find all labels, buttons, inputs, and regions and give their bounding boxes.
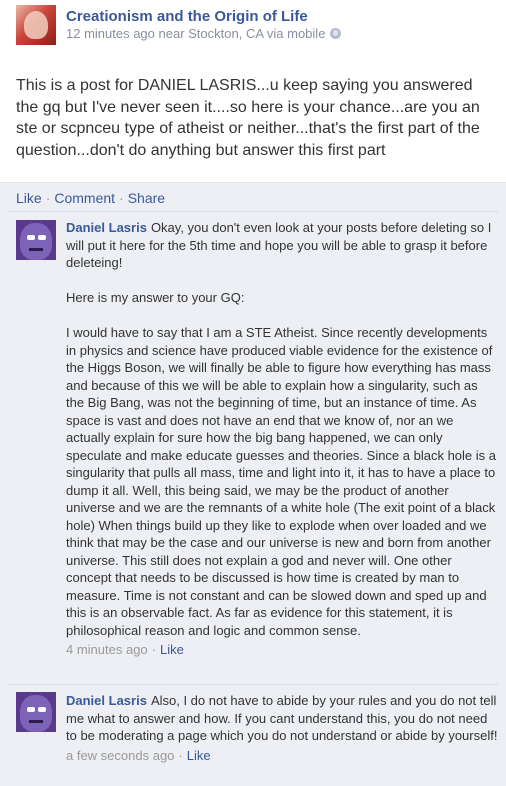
page-name-link[interactable]: Creationism and the Origin of Life xyxy=(66,8,308,25)
separator: · xyxy=(119,190,124,206)
comment-body: Daniel Lasris Okay, you don't even look a… xyxy=(66,219,498,659)
page-avatar[interactable] xyxy=(16,5,56,45)
comment-body: Daniel Lasris Also, I do not have to abid… xyxy=(66,692,498,764)
post-timestamp: 12 minutes ago near Stockton, CA via mob… xyxy=(66,26,326,41)
comments-section: Daniel Lasris Okay, you don't even look a… xyxy=(0,211,506,786)
avatar-eye xyxy=(38,707,46,712)
comment-paragraph: Here is my answer to your GQ: xyxy=(66,290,245,305)
comment-timestamp[interactable]: 4 minutes ago xyxy=(66,642,148,657)
separator: · xyxy=(45,190,51,206)
separator: · xyxy=(178,747,183,763)
share-button[interactable]: Share xyxy=(128,190,165,206)
comment-paragraph: Daniel Lasris Okay, you don't even look a… xyxy=(66,219,498,272)
avatar-face xyxy=(20,223,52,260)
avatar-face xyxy=(20,695,52,732)
commenter-avatar[interactable] xyxy=(16,220,56,260)
comment-author-link[interactable]: Daniel Lasris xyxy=(66,693,147,708)
comment-like-button[interactable]: Like xyxy=(187,748,211,763)
comment-divider xyxy=(8,684,498,685)
globe-icon xyxy=(330,28,342,39)
comment-meta: a few seconds ago · Like xyxy=(66,747,498,765)
post-header: Creationism and the Origin of Life 12 mi… xyxy=(0,0,506,60)
avatar-eye xyxy=(38,235,46,240)
comment-paragraph: I would have to say that I am a STE Athe… xyxy=(66,325,496,638)
avatar-mouth xyxy=(29,248,43,251)
avatar-eye xyxy=(27,707,35,712)
comment-meta: 4 minutes ago · Like xyxy=(66,641,498,659)
comment-like-button[interactable]: Like xyxy=(160,642,184,657)
avatar-eye xyxy=(27,235,35,240)
post-text: This is a post for DANIEL LASRIS...u kee… xyxy=(16,77,480,159)
avatar-mouth xyxy=(29,720,43,723)
comment-divider xyxy=(8,211,498,212)
comment-paragraph: Daniel Lasris Also, I do not have to abid… xyxy=(66,692,498,745)
separator: · xyxy=(151,642,157,657)
comment-timestamp[interactable]: a few seconds ago xyxy=(66,748,174,763)
avatar-hand-image xyxy=(24,11,48,39)
post-action-bar: Like · Comment · Share xyxy=(0,182,506,212)
comment-author-link[interactable]: Daniel Lasris xyxy=(66,220,147,235)
comment-button[interactable]: Comment xyxy=(54,190,115,206)
post-meta: 12 minutes ago near Stockton, CA via mob… xyxy=(66,26,342,41)
commenter-avatar[interactable] xyxy=(16,692,56,732)
like-button[interactable]: Like xyxy=(16,190,42,206)
